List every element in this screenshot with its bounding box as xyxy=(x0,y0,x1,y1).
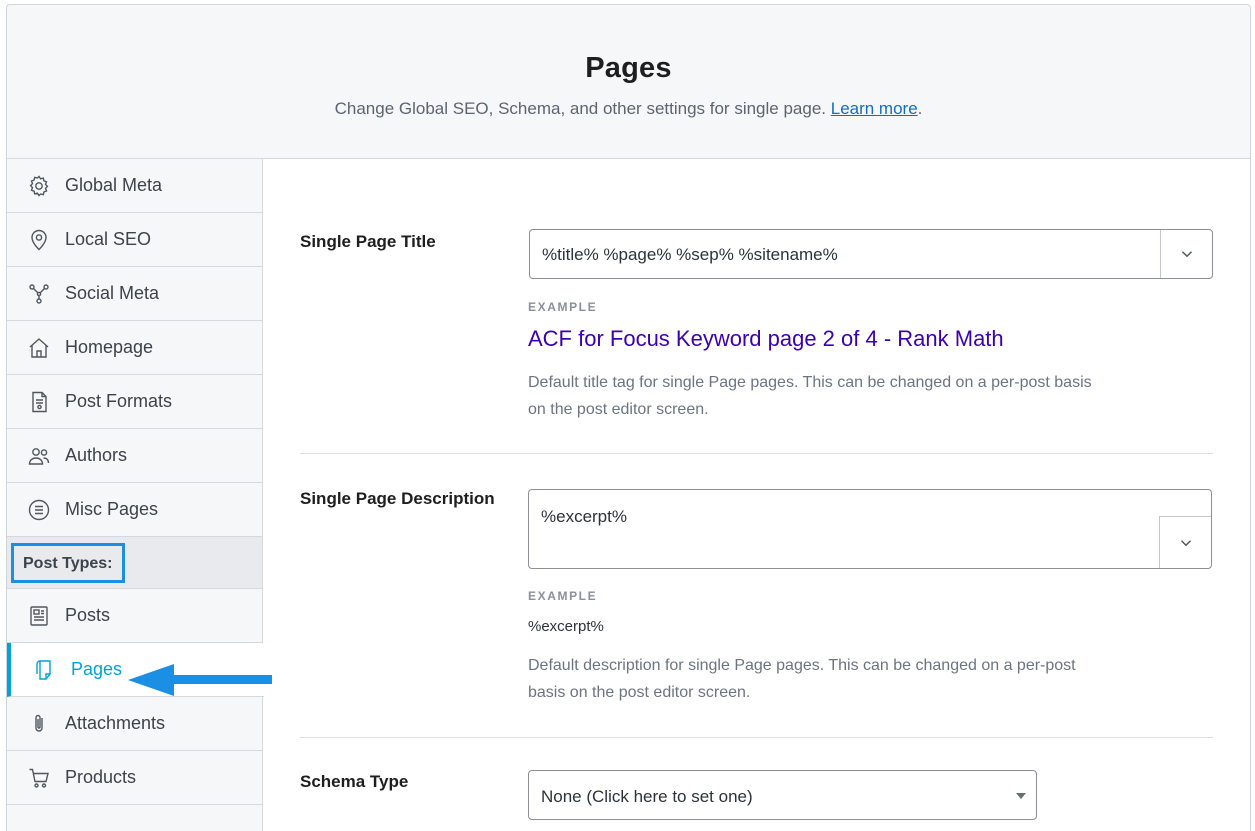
sidebar-item-posts[interactable]: Posts xyxy=(7,589,262,643)
page-icon xyxy=(31,656,59,684)
location-pin-icon xyxy=(25,226,53,254)
title-example-preview: ACF for Focus Keyword page 2 of 4 - Rank… xyxy=(528,326,1004,351)
gear-icon xyxy=(25,172,53,200)
chevron-down-icon[interactable] xyxy=(1160,230,1212,278)
sidebar-item-global-meta[interactable]: Global Meta xyxy=(7,159,262,213)
caret-down-icon xyxy=(1016,793,1026,799)
sidebar-item-label: Local SEO xyxy=(65,229,152,249)
description-help-text: Default description for single Page page… xyxy=(528,657,1076,701)
section-label-post-types: Post Types: xyxy=(7,537,262,589)
sidebar-item-label: Global Meta xyxy=(65,175,163,195)
single-page-title-label: Single Page Title xyxy=(300,232,436,251)
page-header: Pages Change Global SEO, Schema, and oth… xyxy=(7,5,1250,159)
sidebar-item-products[interactable]: Products xyxy=(7,751,262,805)
schema-type-label: Schema Type xyxy=(300,772,409,791)
sidebar-item-label: Misc Pages xyxy=(65,499,159,519)
sidebar-item-label: Posts xyxy=(65,605,111,625)
sidebar-item-authors[interactable]: Authors xyxy=(7,429,262,483)
sidebar-item-post-formats[interactable]: Post Formats xyxy=(7,375,262,429)
divider xyxy=(300,453,1213,454)
sidebar-item-label: Homepage xyxy=(65,337,154,357)
page-subtitle: Change Global SEO, Schema, and other set… xyxy=(334,99,923,118)
sidebar-item-label: Attachments xyxy=(65,713,166,733)
sidebar-item-homepage[interactable]: Homepage xyxy=(7,321,262,375)
single-page-description-label: Single Page Description xyxy=(300,489,495,508)
pointer-arrow-icon xyxy=(128,664,272,696)
sidebar-item-label: Social Meta xyxy=(65,283,160,303)
sidebar-item-label: Post Formats xyxy=(65,391,173,411)
chevron-down-icon[interactable] xyxy=(1159,516,1211,568)
single-page-title-input[interactable]: %title% %page% %sep% %sitename% xyxy=(529,229,1213,279)
schema-type-select[interactable]: None (Click here to set one) xyxy=(528,770,1037,820)
sidebar-item-attachments[interactable]: Attachments xyxy=(7,697,262,751)
description-example-label: EXAMPLE xyxy=(528,589,598,603)
description-example-preview: %excerpt% xyxy=(528,618,604,635)
title-example-label: EXAMPLE xyxy=(528,300,598,314)
sidebar-item-label: Pages xyxy=(71,659,123,679)
title-help-text: Default title tag for single Page pages.… xyxy=(528,374,1092,418)
document-icon xyxy=(25,388,53,416)
list-circle-icon xyxy=(25,496,53,524)
cart-icon xyxy=(25,764,53,792)
post-icon xyxy=(25,602,53,630)
sidebar-item-misc-pages[interactable]: Misc Pages xyxy=(7,483,262,537)
home-icon xyxy=(25,334,53,362)
share-nodes-icon xyxy=(25,280,53,308)
sidebar: Global Meta Local SEO Social Meta Homepa… xyxy=(7,159,264,831)
divider xyxy=(300,737,1213,738)
sidebar-item-local-seo[interactable]: Local SEO xyxy=(7,213,262,267)
users-icon xyxy=(25,442,53,470)
single-page-description-textarea[interactable]: %excerpt% xyxy=(528,489,1212,569)
learn-more-link[interactable]: Learn more xyxy=(831,99,918,118)
sidebar-item-label: Authors xyxy=(65,445,128,465)
page-title: Pages xyxy=(585,52,672,84)
sidebar-item-social-meta[interactable]: Social Meta xyxy=(7,267,262,321)
sidebar-item-label: Products xyxy=(65,767,137,787)
paperclip-icon xyxy=(25,710,53,738)
